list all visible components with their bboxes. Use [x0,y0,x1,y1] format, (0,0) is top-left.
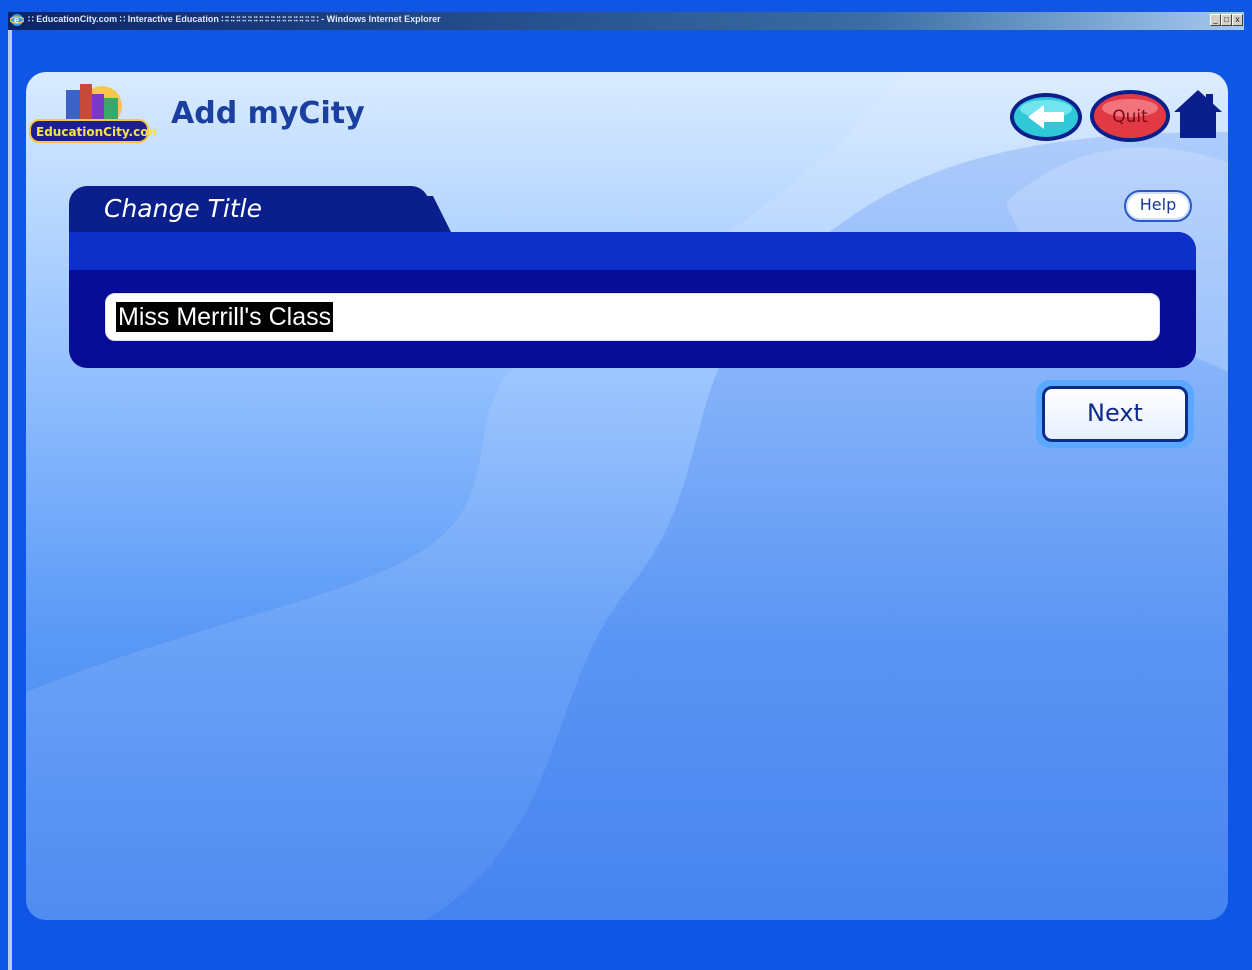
app-area [12,30,1244,970]
card-title: Change Title [104,194,263,223]
house-icon [1174,90,1222,138]
page-title: Add myCity [171,96,365,131]
maximize-button[interactable]: □ [1221,14,1232,26]
change-title-card: Miss Merrill's Class [69,232,1196,368]
minimize-button[interactable]: _ [1210,14,1221,26]
back-button[interactable] [1008,91,1084,143]
window-title: ∷ EducationCity.com ∷ Interactive Educat… [28,14,441,24]
close-window-button[interactable]: x [1232,14,1243,26]
title-input[interactable]: Miss Merrill's Class [105,293,1160,341]
logo-text: EducationCity.com [36,125,156,139]
internet-explorer-icon: e [10,14,24,26]
svg-text:e: e [14,15,19,25]
home-button[interactable] [1172,86,1224,142]
next-button[interactable]: Next [1036,380,1194,448]
educationcity-logo: EducationCity.com [29,84,156,143]
card-header-stripe [69,232,1196,270]
quit-button[interactable]: Quit [1088,88,1172,144]
window-titlebar: e ∷ EducationCity.com ∷ Interactive Educ… [8,12,1244,30]
next-label: Next [1042,386,1188,442]
title-input-value: Miss Merrill's Class [116,302,334,332]
help-button[interactable]: Help [1124,190,1192,222]
quit-label: Quit [1112,107,1148,127]
